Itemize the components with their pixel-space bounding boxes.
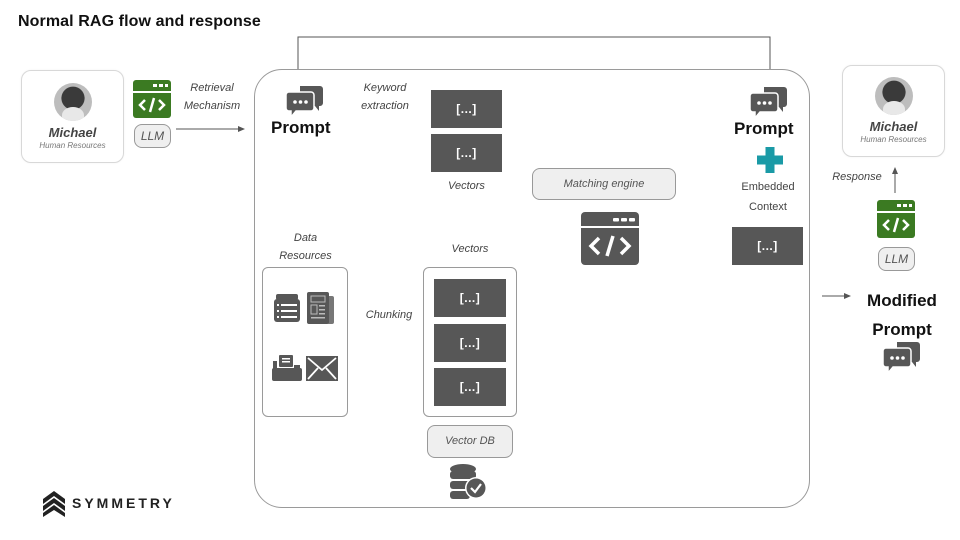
data-resources-line2: Resources [279,250,332,262]
keyword-line1: Keyword [363,82,407,94]
chat-bubbles-icon [883,340,921,374]
retrieval-line2: Mechanism [183,100,241,112]
db-vectors-label: Vectors [451,243,489,255]
user-role: Human Resources [39,141,106,150]
code-engine-icon [581,212,639,265]
embedded-line1: Embedded [741,181,795,193]
database-check-icon [449,464,489,500]
symmetry-logo-icon [43,491,65,517]
brand-name: SYMMETRY [72,495,175,511]
data-resources-box [262,267,348,417]
avatar [874,77,913,115]
right-prompt-label: Prompt [734,119,794,138]
inbox-tray-icon [272,355,302,381]
chat-bubbles-icon [750,85,788,119]
embedded-context-label: Embedded Context [725,177,811,217]
plus-icon [757,147,783,173]
matching-engine-badge: Matching engine [532,168,676,200]
response-label: Response [832,171,882,183]
retrieval-line1: Retrieval [190,82,234,94]
db-vector-1: [...] [434,279,506,317]
keyword-line2: extraction [361,100,409,112]
embedded-line2: Context [749,201,787,213]
query-vector-1: [...] [431,90,502,128]
server-list-icon [274,294,300,322]
response-user-role: Human Resources [860,135,927,144]
prompt-label: Prompt [271,118,331,137]
user-name: Michael [48,125,97,140]
chat-bubbles-icon [286,84,324,118]
response-user-card: Michael Human Resources [842,65,945,157]
keyword-extraction-label: Keyword extraction [345,79,425,115]
newspaper-icon [307,292,335,326]
avatar [53,83,92,121]
data-resources-label: Data Resources [263,229,348,265]
context-vector: [...] [732,227,803,265]
chunking-label: Chunking [365,309,413,321]
retrieval-mechanism-label: Retrieval Mechanism [172,79,252,115]
user-card: Michael Human Resources [21,70,124,163]
db-vector-3: [...] [434,368,506,406]
llm-badge: LLM [134,124,171,148]
right-llm-badge: LLM [878,247,915,271]
code-window-icon [133,80,171,118]
vector-db-badge: Vector DB [427,425,513,458]
db-vector-2: [...] [434,324,506,362]
modified-prompt-label: Modified Prompt [852,286,952,344]
modified-line1: Modified [867,291,937,310]
query-vector-2: [...] [431,134,502,172]
mail-envelope-icon [306,356,338,381]
response-user-name: Michael [869,119,918,134]
code-window-icon [877,200,915,238]
query-vectors-label: Vectors [448,180,485,192]
data-resources-line1: Data [293,232,318,244]
